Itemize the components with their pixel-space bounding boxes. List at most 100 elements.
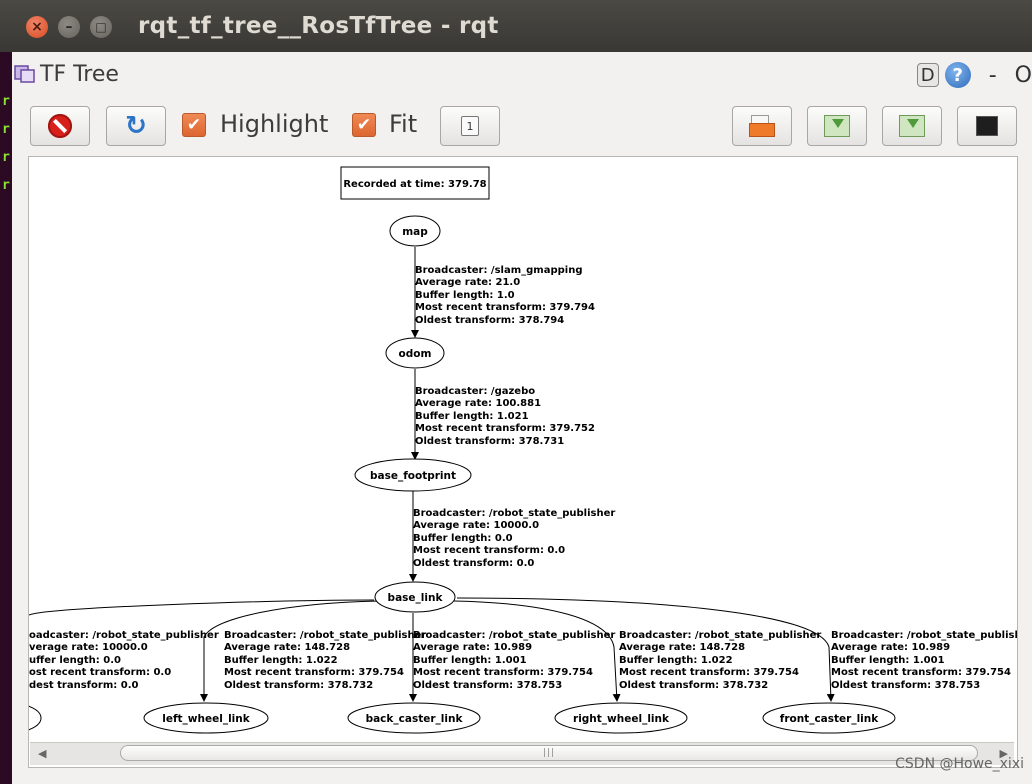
edge-label-line: Most recent transform: 379.754 <box>413 667 593 678</box>
check-icon: ✔ <box>356 115 372 135</box>
window-titlebar: × – □ rqt_tf_tree__RosTfTree - rqt <box>0 0 1032 52</box>
dock-button[interactable]: D <box>916 63 939 87</box>
fit-checkbox[interactable]: ✔ <box>352 113 376 137</box>
edge-label-line: verage rate: 10000.0 <box>29 642 148 653</box>
save-dot-button[interactable] <box>807 106 867 146</box>
refresh-icon: ↻ <box>125 111 147 141</box>
node-odom[interactable]: odom <box>385 337 445 369</box>
edge-label-line: Oldest transform: 378.731 <box>415 436 564 447</box>
terminal-prompt: r <box>2 178 10 193</box>
edge-label-line: oadcaster: /robot_state_publisher <box>29 630 219 641</box>
edge-label-line: dest transform: 0.0 <box>29 680 138 691</box>
edge-label-base-right: Broadcaster: /robot_state_publisher Aver… <box>619 630 821 691</box>
options-plugin-button[interactable]: O <box>1015 63 1032 88</box>
edge-label-line: Most recent transform: 379.794 <box>415 302 595 313</box>
node-hidden-partial[interactable] <box>29 703 42 733</box>
edge-label-line: Oldest transform: 0.0 <box>413 558 534 569</box>
edge-base-hidden <box>29 599 375 616</box>
help-button[interactable]: ? <box>944 62 971 88</box>
minimize-plugin-button[interactable]: - <box>989 63 997 88</box>
edge-label-line: Buffer length: 1.022 <box>619 655 733 666</box>
edge-label-line: Buffer length: 1.001 <box>413 655 527 666</box>
edge-label-base-hidden: oadcaster: /robot_state_publisher verage… <box>29 630 219 691</box>
node-label: map <box>402 226 428 238</box>
maximize-icon: □ <box>95 20 107 34</box>
edge-label-line: Average rate: 21.0 <box>415 277 520 288</box>
horizontal-scrollbar[interactable]: ◀ ||| ▶ <box>30 742 1014 765</box>
window-title: rqt_tf_tree__RosTfTree - rqt <box>138 13 499 39</box>
plugin-icon <box>14 65 35 83</box>
close-icon: × <box>31 19 43 35</box>
minimize-window-button[interactable]: – <box>58 16 80 38</box>
edge-label-base-front: Broadcaster: /robot_state_publisher Aver… <box>831 630 1017 691</box>
edge-label-line: uffer length: 0.0 <box>29 655 121 666</box>
node-front-caster-link[interactable]: front_caster_link <box>762 702 896 734</box>
fit-label[interactable]: Fit <box>389 110 417 138</box>
node-base-link[interactable]: base_link <box>374 581 456 613</box>
node-label: front_caster_link <box>780 713 880 725</box>
node-right-wheel-link[interactable]: right_wheel_link <box>554 702 688 734</box>
edge-label-line: Buffer length: 0.0 <box>413 533 513 544</box>
node-label: base_link <box>388 592 444 604</box>
edge-label-line: Most recent transform: 379.754 <box>619 667 799 678</box>
terminal-prompt: r <box>2 150 10 165</box>
edge-label-line: Buffer length: 1.0 <box>415 290 515 301</box>
fit-in-view-button[interactable]: 1 <box>440 106 500 146</box>
stop-icon <box>48 114 72 138</box>
tf-graph-canvas[interactable]: Recorded at time: 379.78 Broadcaster: /s… <box>28 156 1018 768</box>
edge-label-line: Broadcaster: /robot_state_publisher <box>224 630 426 641</box>
edge-label-line: Broadcaster: /gazebo <box>415 386 535 397</box>
edge-label-odom-footprint: Broadcaster: /gazebo Average rate: 100.8… <box>415 386 595 447</box>
edge-label-line: Broadcaster: /robot_state_publisher <box>619 630 821 641</box>
check-icon: ✔ <box>186 115 202 135</box>
node-left-wheel-link[interactable]: left_wheel_link <box>143 702 269 734</box>
tf-graph: Recorded at time: 379.78 Broadcaster: /s… <box>29 166 1017 734</box>
close-window-button[interactable]: × <box>26 16 48 38</box>
edge-label-line: Average rate: 10000.0 <box>413 520 539 531</box>
edge-label-footprint-base: Broadcaster: /robot_state_publisher Aver… <box>413 508 615 569</box>
node-back-caster-link[interactable]: back_caster_link <box>347 702 481 734</box>
edge-label-line: Broadcaster: /robot_state_publisher <box>413 630 615 641</box>
edge-label-line: Oldest transform: 378.753 <box>413 680 562 691</box>
edge-label-line: Most recent transform: 379.752 <box>415 423 595 434</box>
highlight-checkbox[interactable]: ✔ <box>182 113 206 137</box>
edge-label-line: Broadcaster: /slam_gmapping <box>415 265 582 276</box>
node-base-footprint[interactable]: base_footprint <box>354 458 472 492</box>
load-dot-button[interactable] <box>732 106 792 146</box>
highlight-label[interactable]: Highlight <box>220 110 328 138</box>
save-image-button[interactable] <box>957 106 1017 146</box>
edge-label-line: Most recent transform: 0.0 <box>413 545 565 556</box>
folder-icon <box>749 115 775 137</box>
recorded-time-label: Recorded at time: 379.78 <box>343 179 486 190</box>
edge-label-line: Average rate: 10.989 <box>831 642 950 653</box>
edge-label-line: Oldest transform: 378.732 <box>224 680 373 691</box>
edge-label-line: Buffer length: 1.022 <box>224 655 338 666</box>
plugin-header-controls: D ? - O <box>916 62 1032 88</box>
edge-label-base-left: Broadcaster: /robot_state_publisher Aver… <box>224 630 426 691</box>
scrollbar-thumb[interactable]: ||| <box>120 745 978 761</box>
maximize-window-button[interactable]: □ <box>90 16 112 38</box>
refresh-button[interactable]: ↻ <box>106 106 166 146</box>
save-icon <box>899 115 925 137</box>
edge-label-line: Oldest transform: 378.732 <box>619 680 768 691</box>
image-icon <box>976 116 998 136</box>
clear-button[interactable] <box>30 106 90 146</box>
edge-label-line: Oldest transform: 378.753 <box>831 680 980 691</box>
rqt-window: TF Tree D ? - O ↻ ✔ Highlight ✔ Fit 1 Re… <box>12 52 1032 784</box>
edge-label-base-back: Broadcaster: /robot_state_publisher Aver… <box>413 630 615 691</box>
node-label: right_wheel_link <box>573 713 670 725</box>
node-label: back_caster_link <box>366 713 464 725</box>
edge-label-line: Broadcaster: /robot_state_publisher <box>413 508 615 519</box>
edge-label-line: Broadcaster: /robot_state_publisher <box>831 630 1017 641</box>
scroll-left-arrow[interactable]: ◀ <box>38 747 46 760</box>
edge-label-line: Most recent transform: 379.754 <box>831 667 1011 678</box>
edge-label-line: Average rate: 10.989 <box>413 642 532 653</box>
help-icon: ? <box>952 64 963 86</box>
edge-label-line: ost recent transform: 0.0 <box>29 667 171 678</box>
node-map[interactable]: map <box>389 215 441 247</box>
node-label: base_footprint <box>370 470 456 482</box>
edge-label-line: Average rate: 148.728 <box>619 642 745 653</box>
save-svg-button[interactable] <box>882 106 942 146</box>
edge-label-line: Buffer length: 1.001 <box>831 655 945 666</box>
edge-label-line: Average rate: 148.728 <box>224 642 350 653</box>
